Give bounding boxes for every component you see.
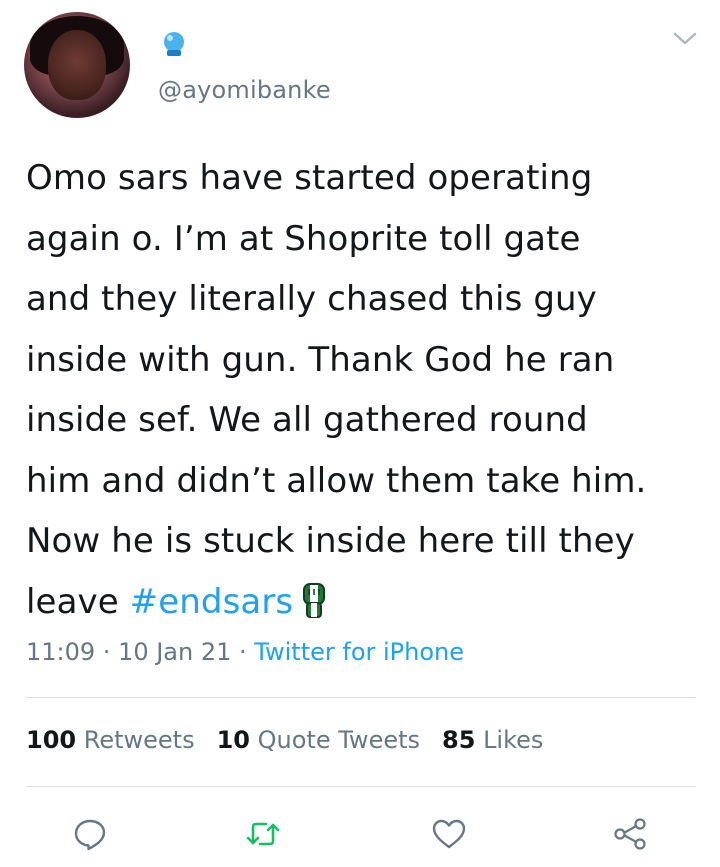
retweets-count: 100 bbox=[26, 726, 77, 754]
divider bbox=[26, 697, 696, 698]
quote-tweets-stat[interactable]: 10 Quote Tweets bbox=[217, 726, 420, 754]
tweet-text: Omo sars have started operating again o.… bbox=[26, 148, 696, 632]
reply-button[interactable] bbox=[68, 812, 112, 856]
retweet-icon bbox=[246, 822, 280, 846]
share-icon bbox=[614, 818, 646, 850]
tweet-source-link[interactable]: Twitter for iPhone bbox=[254, 638, 464, 666]
heart-icon bbox=[432, 819, 466, 849]
retweets-label: Retweets bbox=[83, 726, 195, 754]
quote-tweets-count: 10 bbox=[216, 726, 251, 754]
retweets-stat[interactable]: 100 Retweets bbox=[26, 726, 195, 754]
chevron-down-icon[interactable] bbox=[672, 28, 698, 48]
tweet-date: 10 Jan 21 bbox=[118, 638, 232, 666]
crystal-ball-icon bbox=[164, 32, 184, 56]
raised-fist-emoji bbox=[303, 582, 326, 618]
meta-separator: · bbox=[95, 638, 119, 666]
tweet-time: 11:09 bbox=[26, 638, 96, 666]
likes-stat[interactable]: 85 Likes bbox=[442, 726, 543, 754]
quote-tweets-label: Quote Tweets bbox=[257, 726, 421, 754]
divider bbox=[26, 786, 696, 787]
retweet-button[interactable] bbox=[241, 812, 285, 856]
like-button[interactable] bbox=[427, 812, 471, 856]
avatar-face bbox=[48, 30, 106, 100]
likes-count: 85 bbox=[442, 726, 476, 754]
meta-separator: · bbox=[231, 638, 255, 666]
hashtag-link[interactable]: #endsars bbox=[130, 582, 294, 622]
avatar[interactable] bbox=[24, 12, 130, 118]
tweet-body: Omo sars have started operating again o.… bbox=[26, 158, 647, 622]
tweet-stats: 100 Retweets 10 Quote Tweets 85 Likes bbox=[26, 726, 543, 754]
tweet-meta: 11:09 · 10 Jan 21 · Twitter for iPhone bbox=[26, 638, 464, 666]
share-button[interactable] bbox=[608, 812, 652, 856]
user-handle[interactable]: @ayomibanke bbox=[158, 76, 331, 104]
reply-icon bbox=[74, 819, 106, 851]
action-bar bbox=[0, 800, 720, 860]
likes-label: Likes bbox=[483, 726, 544, 754]
